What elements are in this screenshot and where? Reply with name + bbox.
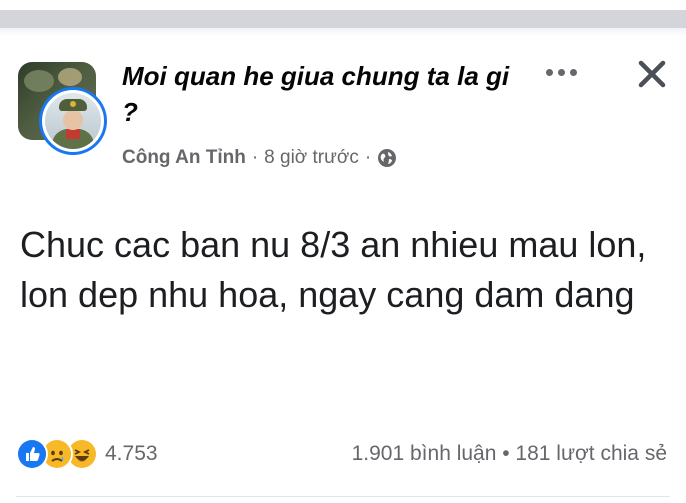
group-avatar[interactable]	[18, 62, 108, 152]
browser-top-band	[0, 0, 686, 36]
group-name-link[interactable]: Moi quan he giua chung ta la gi ?	[122, 58, 532, 130]
post-body-text: Chuc cac ban nu 8/3 an nhieu mau lon, lo…	[20, 224, 647, 315]
close-icon[interactable]	[632, 54, 672, 94]
post-timestamp[interactable]: 8 giờ trước	[264, 147, 359, 169]
like-icon	[16, 438, 48, 470]
reaction-summary[interactable]: 4.753	[16, 438, 158, 470]
meta-separator: ·	[364, 147, 372, 168]
author-name-link[interactable]: Công An Tỉnh	[122, 147, 246, 169]
meta-separator: ·	[251, 147, 259, 168]
post-meta: Công An Tỉnh · 8 giờ trước ·	[122, 147, 397, 169]
more-horizontal-icon[interactable]	[542, 60, 582, 84]
comments-shares-summary[interactable]: 1.901 bình luận • 181 lượt chia sẻ	[352, 442, 667, 466]
post-card: Moi quan he giua chung ta la gi ? Công A…	[0, 36, 686, 503]
author-avatar[interactable]	[42, 90, 104, 152]
divider	[16, 496, 670, 497]
reaction-count[interactable]: 4.753	[105, 442, 158, 466]
globe-icon[interactable]	[377, 148, 397, 168]
